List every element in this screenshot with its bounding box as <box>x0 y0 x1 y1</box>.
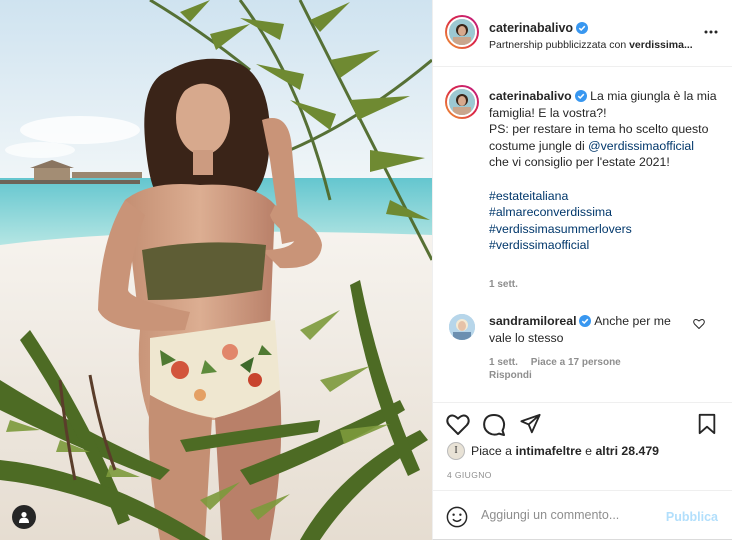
bookmark-icon <box>698 413 716 435</box>
partnership-label: Partnership pubblicizzata con verdissima… <box>489 39 693 51</box>
heart-icon <box>693 319 705 330</box>
partner-link[interactable]: verdissima... <box>629 39 693 51</box>
verified-badge-icon <box>576 22 589 34</box>
likes-count-link[interactable]: altri 28.479 <box>595 444 659 458</box>
liker-avatar[interactable]: I <box>447 442 465 460</box>
post-date[interactable]: 4 GIUGNO <box>447 470 492 480</box>
like-button[interactable] <box>446 413 470 438</box>
more-options-button[interactable] <box>704 26 718 34</box>
post-image <box>0 0 432 540</box>
share-button[interactable] <box>519 413 542 438</box>
caption-timestamp[interactable]: 1 sett. <box>489 279 518 290</box>
verified-badge-icon <box>574 90 587 102</box>
caption-text-line3: che vi consiglio per l'estate 2021! <box>489 155 670 169</box>
post-caption: caterinabalivo La mia giungla è la mia f… <box>489 88 717 254</box>
caption-username[interactable]: caterinabalivo <box>489 89 572 103</box>
comment-input[interactable] <box>481 503 661 527</box>
paper-plane-icon <box>520 413 541 434</box>
likes-middle: e <box>585 444 593 458</box>
author-avatar[interactable] <box>445 15 479 49</box>
hashtag-list: #estateitaliana #almareconverdissima #ve… <box>489 188 717 254</box>
comment-timestamp[interactable]: 1 sett. <box>489 357 518 368</box>
liker-username[interactable]: intimafeltre <box>515 444 581 458</box>
hashtag-link[interactable]: #verdissimaofficial <box>489 237 717 254</box>
more-horizontal-icon <box>704 30 718 34</box>
verified-badge-icon <box>579 315 592 327</box>
partnership-prefix: Partnership pubblicizzata con <box>489 39 630 51</box>
likes-summary: I Piace a intimafeltre e altri 28.479 <box>447 442 659 460</box>
hashtag-link[interactable]: #estateitaliana <box>489 188 717 205</box>
user-icon <box>19 512 29 523</box>
hashtag-link[interactable]: #verdissimasummerlovers <box>489 221 717 238</box>
comment-meta: 1 sett. Piace a 17 persone <box>489 357 621 368</box>
reply-button[interactable]: Rispondi <box>489 370 532 381</box>
comment-bubble-icon <box>483 414 506 436</box>
tagged-users-button[interactable] <box>12 505 36 529</box>
comment-composer: Pubblica <box>433 490 732 540</box>
comment-likes-count[interactable]: Piace a 17 persone <box>531 357 621 368</box>
emoji-button[interactable] <box>446 506 468 531</box>
publish-button[interactable]: Pubblica <box>666 510 718 524</box>
hashtag-link[interactable]: #almareconverdissima <box>489 204 717 221</box>
comment-like-button[interactable] <box>693 318 705 332</box>
heart-icon <box>446 414 470 435</box>
comment-button[interactable] <box>482 413 506 440</box>
post-photo[interactable] <box>0 0 432 540</box>
likes-prefix: Piace a <box>471 444 513 458</box>
save-button[interactable] <box>697 413 717 438</box>
smiley-icon <box>446 506 468 528</box>
mention-link[interactable]: @verdissimaofficial <box>588 139 694 153</box>
post-panel: caterinabalivo Partnership pubblicizzata… <box>432 0 732 540</box>
post-header: caterinabalivo Partnership pubblicizzata… <box>433 0 732 67</box>
commenter-username[interactable]: sandramiloreal <box>489 314 576 328</box>
author-username-text[interactable]: caterinabalivo <box>489 21 573 35</box>
caption-author-avatar[interactable] <box>445 85 479 119</box>
comment: sandramiloreal Anche per me vale lo stes… <box>489 313 689 346</box>
commenter-avatar[interactable] <box>445 310 479 344</box>
author-username[interactable]: caterinabalivo <box>489 21 589 35</box>
